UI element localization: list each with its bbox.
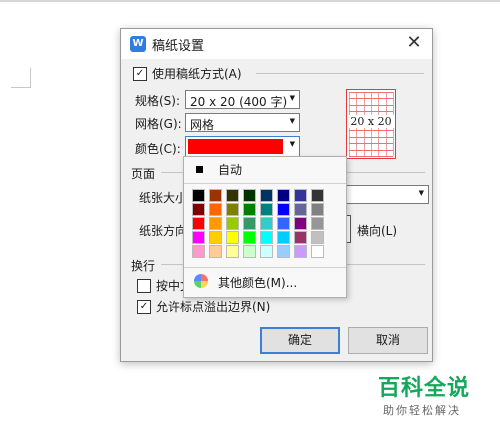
landscape-label[interactable]: 横向(L) (357, 222, 397, 239)
grid-value: 网格 (190, 118, 215, 132)
color-wheel-icon (194, 274, 208, 288)
wps-writer-icon: W (130, 36, 146, 52)
color-swatch[interactable] (243, 245, 256, 258)
preview-text: 20 x 20 (347, 115, 395, 128)
color-swatch[interactable] (192, 189, 205, 202)
color-label: 颜色(C): (135, 142, 181, 156)
color-swatch-selected (188, 139, 283, 154)
allow-punctuation-overflow-checkbox[interactable]: ✓ (137, 300, 151, 314)
color-select[interactable]: ▼ (185, 136, 300, 157)
cancel-button[interactable]: 取消 (348, 327, 428, 354)
grid-label: 网格(G): (135, 117, 182, 131)
window-top-edge (0, 0, 500, 2)
color-swatch[interactable] (243, 189, 256, 202)
color-swatch[interactable] (243, 203, 256, 216)
grid-select[interactable]: 网格 ▼ (185, 113, 300, 132)
color-swatch[interactable] (260, 203, 273, 216)
document-corner-mark (11, 87, 31, 88)
paper-orientation-label: 纸张方向 (139, 224, 188, 238)
chevron-down-icon: ▼ (289, 140, 295, 148)
color-swatch[interactable] (260, 217, 273, 230)
group-separator (256, 73, 424, 74)
color-swatch[interactable] (277, 217, 290, 230)
spec-select[interactable]: 20 x 20 (400 字) ▼ (185, 90, 300, 109)
color-swatch[interactable] (260, 245, 273, 258)
color-swatch[interactable] (294, 189, 307, 202)
color-swatch[interactable] (192, 217, 205, 230)
popup-separator (184, 183, 346, 184)
auto-color-icon (196, 166, 203, 173)
preview-grid-line (349, 149, 393, 151)
color-swatch[interactable] (311, 217, 324, 230)
color-swatch[interactable] (311, 245, 324, 258)
color-swatch[interactable] (260, 189, 273, 202)
popup-separator-bottom (184, 267, 346, 268)
preview-grid-line (349, 136, 393, 138)
color-swatch[interactable] (277, 203, 290, 216)
allow-punctuation-overflow-label: 允许标点溢出边界(N) (156, 300, 271, 314)
page-section-label: 页面 (131, 167, 156, 181)
color-swatch[interactable] (226, 217, 239, 230)
dialog-title: 稿纸设置 (152, 39, 205, 54)
color-swatch[interactable] (209, 203, 222, 216)
color-swatch[interactable] (311, 203, 324, 216)
preview-grid-line (349, 104, 393, 106)
color-swatch[interactable] (260, 231, 273, 244)
spec-value: 20 x 20 (400 字) (190, 95, 288, 109)
use-grid-paper-checkbox[interactable]: ✓ (133, 67, 147, 81)
watermark-slogan: 助你轻松解决 (383, 404, 461, 417)
color-swatch[interactable] (277, 245, 290, 258)
title-bar: W 稿纸设置 ✕ (121, 29, 432, 59)
color-swatch[interactable] (226, 203, 239, 216)
paper-size-label: 纸张大小 (139, 191, 188, 205)
color-swatch[interactable] (209, 189, 222, 202)
color-swatch[interactable] (311, 231, 324, 244)
auto-color-option[interactable]: 自动 (218, 161, 242, 178)
color-swatch[interactable] (277, 189, 290, 202)
color-swatch[interactable] (294, 203, 307, 216)
color-dropdown-popup: 自动 其他颜色(M)... (183, 156, 347, 298)
color-swatch[interactable] (311, 189, 324, 202)
color-swatch[interactable] (294, 217, 307, 230)
preview-grid-line (349, 156, 393, 157)
color-swatch-grid (192, 189, 342, 259)
color-swatch[interactable] (243, 231, 256, 244)
color-swatch[interactable] (192, 245, 205, 258)
color-swatch[interactable] (226, 189, 239, 202)
color-swatch[interactable] (209, 217, 222, 230)
color-swatch[interactable] (192, 231, 205, 244)
color-swatch[interactable] (226, 231, 239, 244)
color-swatch[interactable] (209, 231, 222, 244)
color-swatch[interactable] (277, 231, 290, 244)
color-swatch[interactable] (192, 203, 205, 216)
color-swatch[interactable] (243, 217, 256, 230)
other-colors-option[interactable]: 其他颜色(M)... (218, 274, 297, 291)
chevron-down-icon: ▼ (418, 189, 424, 197)
document-corner-mark-vertical (30, 68, 31, 88)
wrap-chinese-checkbox[interactable] (137, 279, 151, 293)
paper-size-select[interactable]: ▼ (341, 185, 429, 204)
preview-grid-line (349, 130, 393, 132)
close-icon[interactable]: ✕ (403, 32, 425, 54)
grid-paper-preview: 20 x 20 (346, 89, 396, 159)
preview-grid-line (349, 111, 393, 113)
color-swatch[interactable] (294, 231, 307, 244)
chevron-down-icon: ▼ (289, 117, 295, 125)
wrap-section-label: 换行 (131, 259, 156, 273)
ok-button[interactable]: 确定 (260, 327, 340, 354)
color-swatch[interactable] (209, 245, 222, 258)
watermark-brand: 百科全说 (378, 376, 471, 401)
preview-grid-line (349, 92, 393, 93)
use-grid-paper-label: 使用稿纸方式(A) (152, 67, 242, 81)
color-swatch[interactable] (226, 245, 239, 258)
spec-label: 规格(S): (135, 94, 181, 108)
preview-grid-line (349, 98, 393, 100)
preview-grid-line (349, 143, 393, 145)
color-swatch[interactable] (294, 245, 307, 258)
chevron-down-icon: ▼ (289, 94, 295, 102)
